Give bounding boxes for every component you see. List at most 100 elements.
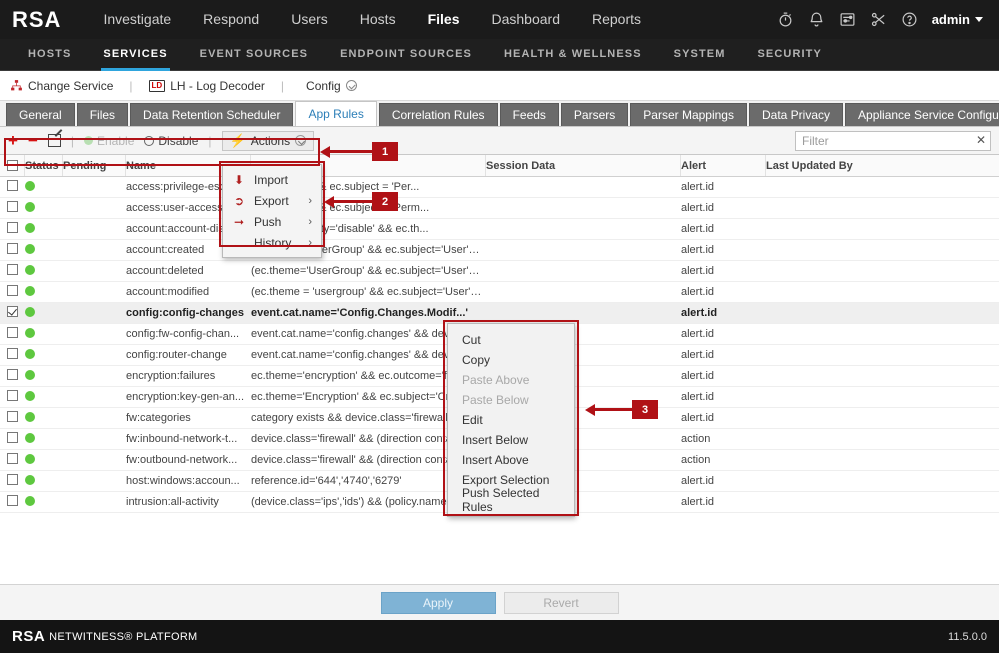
row-checkbox[interactable] — [7, 180, 18, 191]
column-header-pending[interactable]: Pending — [63, 155, 126, 176]
row-checkbox-cell[interactable] — [0, 495, 25, 509]
actions-dropdown-menu: ⬇ Import ➲ Export › ➞ Push › History › — [222, 164, 322, 258]
subnav-item-security[interactable]: SECURITY — [742, 39, 838, 70]
row-checkbox[interactable] — [7, 369, 18, 380]
subnav-item-system[interactable]: SYSTEM — [658, 39, 742, 70]
edit-rule-button[interactable] — [47, 134, 61, 147]
menu-item-history[interactable]: History › — [223, 232, 321, 253]
row-checkbox[interactable] — [7, 201, 18, 212]
tab-parser-mappings[interactable]: Parser Mappings — [630, 103, 747, 126]
row-checkbox[interactable] — [7, 327, 18, 338]
disable-rule-button[interactable]: Disable — [144, 134, 198, 148]
menu-item-push[interactable]: ➞ Push › — [223, 211, 321, 232]
row-checkbox[interactable] — [7, 222, 18, 233]
tab-files[interactable]: Files — [76, 103, 129, 126]
row-checkbox-cell[interactable] — [0, 432, 25, 446]
row-checkbox-cell[interactable] — [0, 369, 25, 383]
subnav-item-endpoint-sources[interactable]: ENDPOINT SOURCES — [324, 39, 488, 70]
context-menu-item-push-selected-rules[interactable]: Push Selected Rules — [448, 486, 574, 514]
row-checkbox[interactable] — [7, 411, 18, 422]
column-header-last-updated-by[interactable]: Last Updated By — [766, 160, 999, 172]
row-checkbox-cell[interactable] — [0, 222, 25, 236]
column-header-session-data[interactable]: Session Data — [486, 155, 681, 176]
topnav-item-respond[interactable]: Respond — [187, 0, 275, 39]
row-checkbox-cell[interactable] — [0, 348, 25, 362]
topnav-item-dashboard[interactable]: Dashboard — [475, 0, 576, 39]
subnav-item-health-wellness[interactable]: HEALTH & WELLNESS — [488, 39, 658, 70]
subnav-item-hosts[interactable]: HOSTS — [12, 39, 87, 70]
topnav-item-users[interactable]: Users — [275, 0, 344, 39]
bell-icon[interactable] — [808, 11, 825, 28]
row-checkbox-cell[interactable] — [0, 474, 25, 488]
tab-parsers[interactable]: Parsers — [560, 103, 629, 126]
tasks-icon[interactable] — [839, 11, 856, 28]
remove-rule-button[interactable]: − — [28, 132, 38, 149]
row-checkbox-cell[interactable] — [0, 243, 25, 257]
config-selector[interactable]: Config — [306, 79, 357, 93]
row-checkbox-cell[interactable] — [0, 390, 25, 404]
row-checkbox-cell[interactable] — [0, 180, 25, 194]
context-menu-item-copy[interactable]: Copy — [448, 350, 574, 370]
tab-data-retention-scheduler[interactable]: Data Retention Scheduler — [130, 103, 294, 126]
select-all-checkbox[interactable] — [7, 160, 18, 171]
actions-dropdown-button[interactable]: ⚡ Actions — [221, 130, 315, 151]
filter-input[interactable] — [795, 130, 991, 151]
context-menu-item-cut[interactable]: Cut — [448, 330, 574, 350]
tab-feeds[interactable]: Feeds — [499, 103, 559, 126]
service-selector[interactable]: LD LH - Log Decoder — [148, 79, 265, 93]
row-checkbox[interactable] — [7, 432, 18, 443]
row-checkbox-cell[interactable] — [0, 327, 25, 341]
menu-item-import[interactable]: ⬇ Import — [223, 169, 321, 190]
row-checkbox[interactable] — [7, 474, 18, 485]
table-row[interactable]: account:deleted (ec.theme='UserGroup' && … — [0, 261, 999, 282]
enable-rule-button[interactable]: Enable — [84, 134, 134, 148]
tools-icon[interactable] — [870, 11, 887, 28]
table-row[interactable]: account:modified (ec.theme = 'usergroup' … — [0, 282, 999, 303]
table-row[interactable]: account:account-dis...... && ec.activity… — [0, 219, 999, 240]
tab-correlation-rules[interactable]: Correlation Rules — [378, 103, 498, 126]
row-checkbox-cell[interactable] — [0, 264, 25, 278]
table-row[interactable]: access:user-access-r... ...ssControl' && … — [0, 198, 999, 219]
row-checkbox[interactable] — [7, 243, 18, 254]
change-service-label: Change Service — [28, 78, 114, 93]
context-menu-item-insert-above[interactable]: Insert Above — [448, 450, 574, 470]
row-checkbox[interactable] — [7, 390, 18, 401]
user-menu[interactable]: admin — [932, 12, 983, 27]
table-row[interactable]: config:config-changes event.cat.name='Con… — [0, 303, 999, 324]
column-header-status[interactable]: Status — [25, 155, 63, 176]
tab-general[interactable]: General — [6, 103, 75, 126]
tab-app-rules[interactable]: App Rules — [295, 101, 377, 126]
row-checkbox-cell[interactable] — [0, 411, 25, 425]
row-checkbox[interactable] — [7, 453, 18, 464]
topnav-item-investigate[interactable]: Investigate — [87, 0, 187, 39]
context-menu-item-edit[interactable]: Edit — [448, 410, 574, 430]
subnav-item-services[interactable]: SERVICES — [87, 39, 183, 71]
timer-icon[interactable] — [777, 11, 794, 28]
row-checkbox[interactable] — [7, 348, 18, 359]
context-menu-item-insert-below[interactable]: Insert Below — [448, 430, 574, 450]
table-row[interactable]: account:created (ec.theme='UserGroup' && … — [0, 240, 999, 261]
row-checkbox[interactable] — [7, 306, 18, 317]
add-rule-button[interactable]: + — [8, 132, 18, 149]
row-checkbox[interactable] — [7, 285, 18, 296]
table-row[interactable]: access:privilege-esca... ...ssControl' &&… — [0, 177, 999, 198]
apply-button[interactable]: Apply — [380, 591, 496, 614]
row-checkbox[interactable] — [7, 495, 18, 506]
help-icon[interactable] — [901, 11, 918, 28]
topnav-item-reports[interactable]: Reports — [576, 0, 657, 39]
tab-appliance-service-configuration[interactable]: Appliance Service Configuration — [845, 103, 999, 126]
subnav-item-event-sources[interactable]: EVENT SOURCES — [184, 39, 324, 70]
column-header-alert[interactable]: Alert — [681, 155, 766, 176]
close-icon[interactable]: ✕ — [976, 133, 986, 147]
select-all-checkbox-cell[interactable] — [0, 155, 25, 176]
topnav-item-hosts[interactable]: Hosts — [344, 0, 412, 39]
change-service-button[interactable]: Change Service — [10, 79, 113, 93]
menu-item-export[interactable]: ➲ Export › — [223, 190, 321, 211]
row-checkbox-cell[interactable] — [0, 453, 25, 467]
topnav-item-files[interactable]: Files — [412, 0, 476, 39]
row-checkbox-cell[interactable] — [0, 201, 25, 215]
row-checkbox[interactable] — [7, 264, 18, 275]
row-checkbox-cell[interactable] — [0, 306, 25, 320]
tab-data-privacy[interactable]: Data Privacy — [748, 103, 844, 126]
row-checkbox-cell[interactable] — [0, 285, 25, 299]
